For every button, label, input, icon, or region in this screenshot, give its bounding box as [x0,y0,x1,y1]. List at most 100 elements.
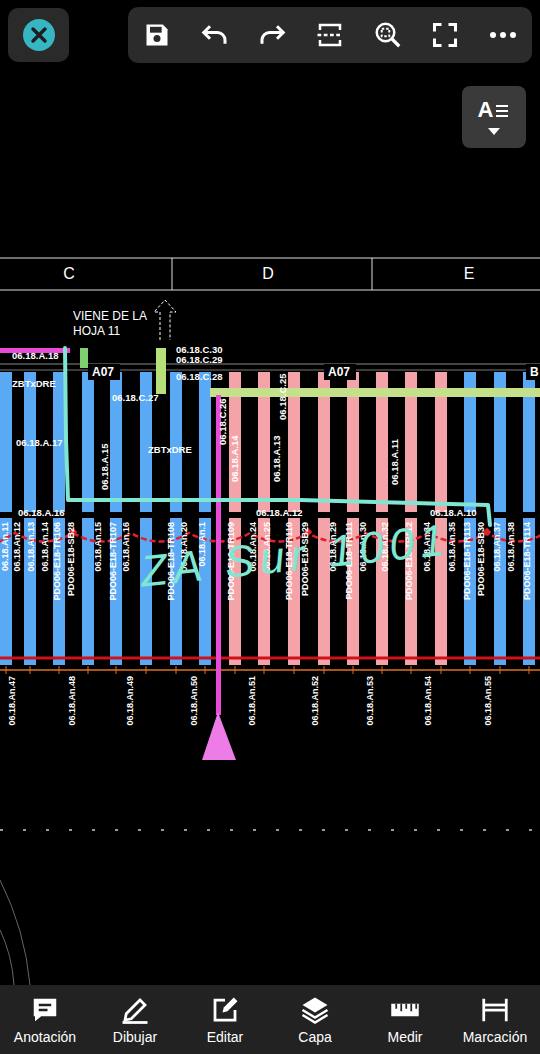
cable-bar[interactable] [53,518,65,665]
station-label: 06.18.An.51 [247,676,257,726]
fullscreen-icon [431,21,459,49]
equipment-label: 06.18.An.11 [0,522,10,571]
cad-drawing: CDEVIENE DE LAHOJA 1106.18.A.1806.18.C.3… [0,70,540,985]
nav-item[interactable]: Marcación [450,985,540,1054]
cable-bar[interactable] [523,518,535,665]
nav-item[interactable]: Dibujar [90,985,180,1054]
bracket-icon [480,995,510,1025]
grid-header: C D E [0,258,540,290]
more-icon [488,20,518,50]
cable-bar[interactable] [0,372,12,512]
nav-item[interactable]: Editar [180,985,270,1054]
zoom-icon [373,20,403,50]
save-icon [143,21,171,49]
edit-icon [210,995,240,1025]
station-label: 06.18.An.47 [7,676,17,726]
text-style-button[interactable]: A [462,86,526,148]
layer-tag: A07 [328,365,350,379]
point-label: 06.18.C.26 [217,399,228,445]
nav-item[interactable]: Capa [270,985,360,1054]
point-label: 06.18.A.17 [16,437,62,448]
equipment-label: 06.18.An.16 [121,522,131,572]
equipment-label: 06.18.An.12 [12,522,22,572]
point-label: ZBTxDRE [12,378,56,389]
note-line: VIENE DE LA [73,309,147,323]
upper-labels: 06.18.A.1806.18.C.3006.18.C.2906.18.C.28… [12,344,540,518]
equipment-label: PDO06-E18-TR113 [462,522,472,600]
sheet-note: VIENE DE LAHOJA 11 [73,300,176,340]
cable-bar[interactable] [170,372,182,512]
equipment-label: 06.18.An.15 [93,522,103,572]
pencil-icon [120,995,150,1025]
point-label: ZBTxDRE [148,444,192,455]
point-label: 06.18.A.12 [256,507,302,518]
nav-item[interactable]: Medir [360,985,450,1054]
save-button[interactable] [135,13,179,57]
station-label: 06.18.An.48 [67,676,77,726]
point-label: 06.18.A.13 [271,436,282,482]
point-label: 06.18.A.14 [229,435,240,482]
layer-tag: B [530,365,539,379]
caret-down-icon [462,128,526,136]
handwritten-annotation: ZA Sur 1001 [65,348,490,596]
equipment-label: 06.18.An.38 [506,522,516,572]
station-labels: 06.18.An.47 06.18.An.48 06.18.An.49 06.18.A… [7,676,493,726]
grid-column-label: E [464,265,475,282]
station-label: 06.18.An.53 [365,676,375,726]
cad-viewer-screen: CDEVIENE DE LAHOJA 1106.18.A.1806.18.C.3… [0,0,540,1054]
action-toolbar [128,7,532,63]
station-label: 06.18.An.54 [423,676,433,726]
a07-line [210,388,540,397]
layers-icon [300,995,330,1025]
station-label: 06.18.An.52 [310,676,320,726]
undo-icon [200,20,230,50]
station-label: 06.18.An.49 [125,676,135,726]
point-label: 06.18.C.29 [176,354,222,365]
point-label: 06.18.A.15 [99,443,110,490]
lines-icon [494,103,510,119]
comment-icon [30,995,60,1025]
section-icon [315,20,345,50]
ruler-icon [390,995,420,1025]
note-line: HOJA 11 [73,324,120,338]
station-label: 06.18.An.50 [189,676,199,726]
cable-bar[interactable] [24,518,36,665]
equipment-label: PDO06-E18-SB28 [66,522,76,596]
grid-column-label: D [262,265,274,282]
annotation-text: ZA Sur 1001 [137,514,453,595]
station-label: 06.18.An.55 [483,676,493,726]
top-toolbar [0,0,540,70]
arrow-up-icon [154,300,176,340]
equipment-label: 06.18.An.13 [26,522,36,572]
point-label: 06.18.C.25 [277,373,288,420]
cable-bar[interactable] [0,518,12,665]
section-button[interactable] [308,13,352,57]
undo-button[interactable] [193,13,237,57]
point-label: 06.18.C.28 [176,371,222,382]
equipment-label: 06.18.An.37 [492,522,502,572]
equipment-label: 06.18.An.14 [40,522,50,572]
close-button[interactable] [8,8,69,62]
cable-bar[interactable] [199,372,211,512]
zoom-button[interactable] [366,13,410,57]
drawing-canvas[interactable]: CDEVIENE DE LAHOJA 1106.18.A.1806.18.C.3… [0,70,540,985]
riser-arrow-icon [202,712,236,760]
redo-icon [257,20,287,50]
cable-bar[interactable] [82,372,94,512]
equipment-label: PDO06-E18-SB30 [476,522,486,596]
fullscreen-button[interactable] [423,13,467,57]
more-button[interactable] [481,13,525,57]
point-label: 06.18.A.16 [18,507,64,518]
nav-item[interactable]: Anotación [0,985,90,1054]
equipment-label: PDO06-E18-TR107 [108,522,118,601]
close-icon [22,18,56,52]
point-label: 06.18.A.11 [389,438,400,485]
equipment-label: PDO06-E18-TR114 [522,522,532,600]
layer-tag: A07 [92,365,114,379]
redo-button[interactable] [250,13,294,57]
equipment-label: PDO06-E18-TR106 [52,522,62,601]
point-label: 06.18.A.18 [12,350,58,361]
grid-column-label: C [63,265,75,282]
bottom-toolbar: Anotación Dibujar Editar Capa Medir Marc… [0,985,540,1054]
point-label: 06.18.C.27 [112,392,158,403]
